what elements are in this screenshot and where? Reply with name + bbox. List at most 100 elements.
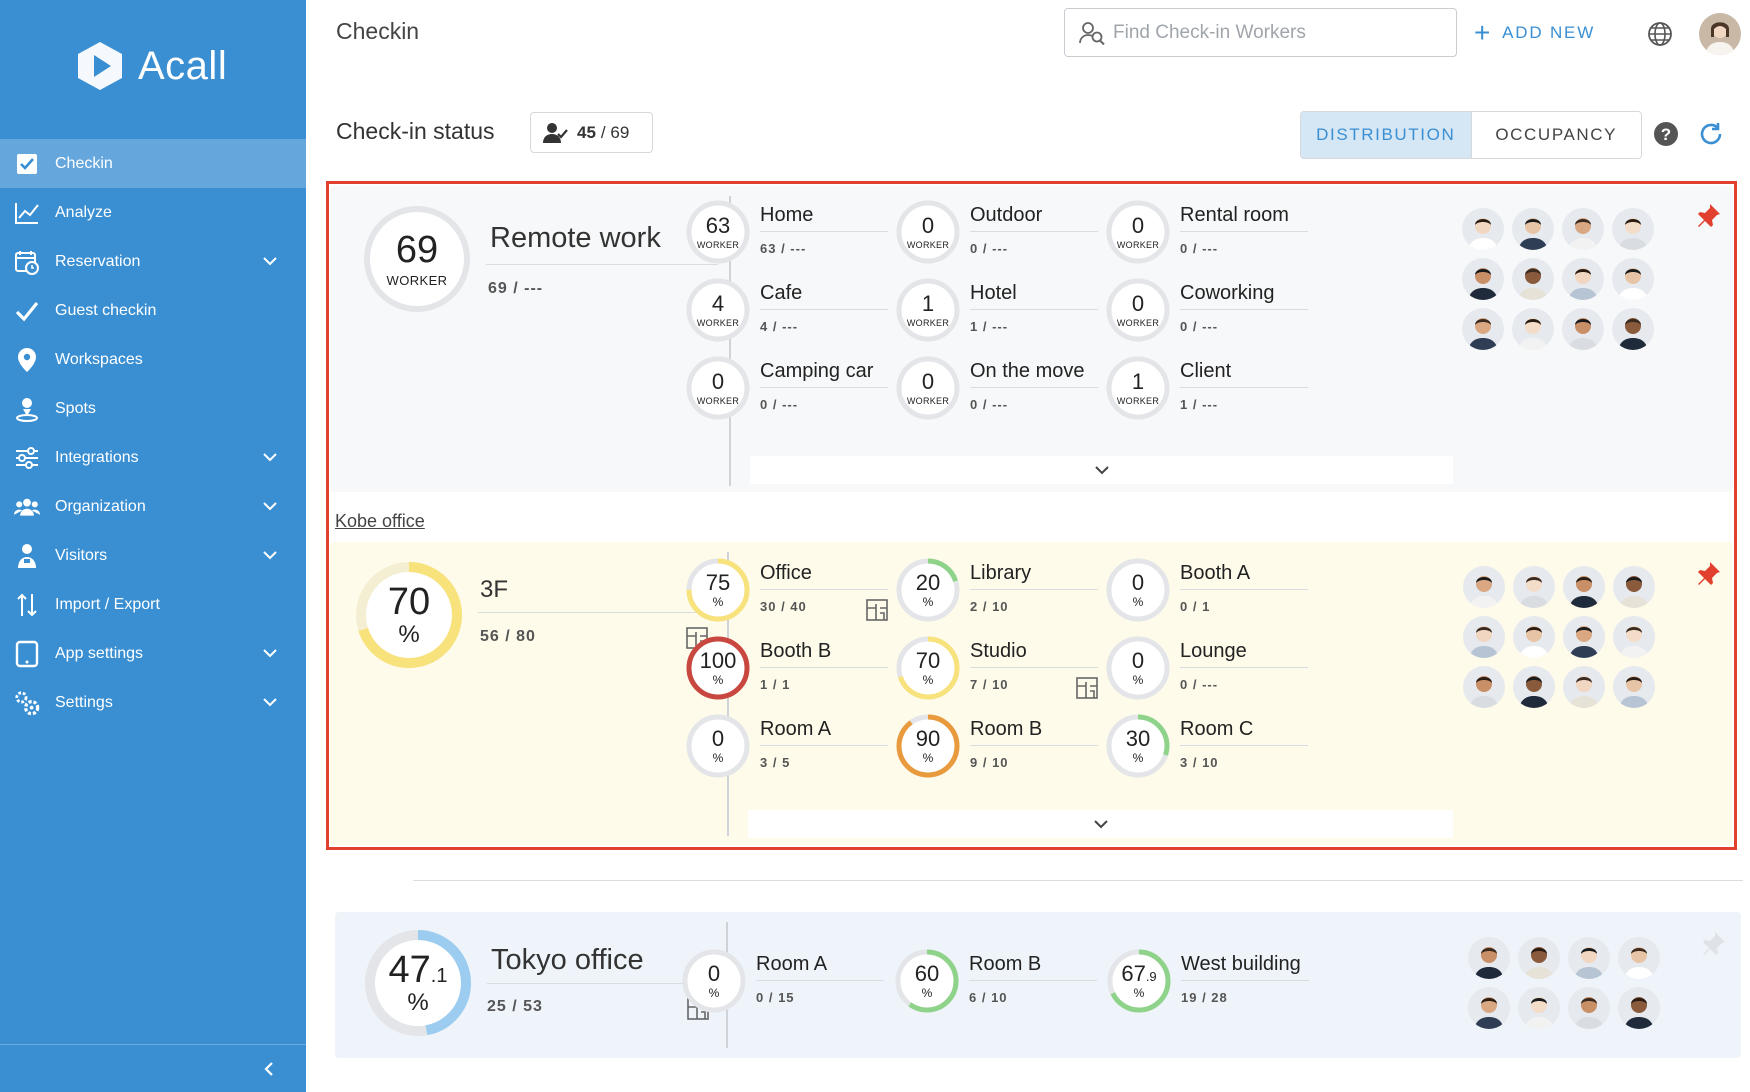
help-icon[interactable]: ?: [1653, 121, 1679, 147]
tokyo-occupancy: 47 .1 %: [362, 927, 474, 1039]
sidebar-nav: Checkin Analyze Reservation Guest checki…: [0, 139, 306, 727]
search-box[interactable]: [1064, 8, 1457, 57]
sidebar-item-label: Spots: [55, 399, 96, 417]
person-check-icon: [543, 122, 568, 143]
sidebar-item-label: Reservation: [55, 252, 141, 270]
chevron-down-icon[interactable]: [262, 547, 278, 563]
highlight-frame: [326, 181, 1737, 850]
spot-name: West building: [1181, 953, 1301, 975]
spot-value: 0%: [680, 947, 748, 1015]
globe-icon[interactable]: [1647, 21, 1673, 47]
tokyo-occupancy-value: 47: [388, 949, 431, 991]
sidebar-item-label: App settings: [55, 644, 144, 662]
sliders-icon: [14, 445, 40, 471]
tokyo-occupancy-decimal: .1: [430, 965, 448, 987]
sidebar-item-label: Guest checkin: [55, 301, 157, 319]
tokyo-office-card: 47 .1 % Tokyo office 25 / 53 0% Room A 0 /…: [335, 912, 1741, 1058]
chevron-down-icon[interactable]: [262, 253, 278, 269]
section-divider: [413, 880, 1743, 881]
chevron-down-icon[interactable]: [262, 645, 278, 661]
chevron-down-icon[interactable]: [262, 449, 278, 465]
refresh-icon[interactable]: [1698, 121, 1724, 147]
worker-avatar[interactable]: [1468, 987, 1510, 1029]
spot-value-unit: %: [708, 985, 720, 1000]
plus-icon: +: [1474, 17, 1493, 48]
spot-item[interactable]: 60% Room B 6 / 10: [893, 947, 1103, 1019]
pin-icon[interactable]: [1701, 930, 1727, 956]
worker-avatar[interactable]: [1618, 937, 1660, 979]
spot-value: 67.9%: [1105, 947, 1173, 1015]
acall-logo-icon: [78, 42, 122, 90]
sidebar-item-label: Workspaces: [55, 350, 143, 368]
spot-value-number: 67: [1121, 960, 1146, 986]
worker-avatar[interactable]: [1568, 987, 1610, 1029]
sidebar-item-organization[interactable]: Organization: [0, 482, 306, 531]
chevron-left-icon[interactable]: [262, 1061, 276, 1077]
sidebar-item-label: Integrations: [55, 448, 139, 466]
worker-avatar[interactable]: [1518, 937, 1560, 979]
worker-avatar[interactable]: [1618, 987, 1660, 1029]
tokyo-office-ratio: 25 / 53: [487, 998, 543, 1015]
brand-logo[interactable]: Acall: [74, 38, 294, 94]
location-pin-icon: [14, 347, 40, 373]
spot-item[interactable]: 67.9% West building 19 / 28: [1105, 947, 1315, 1019]
people-icon: [14, 494, 40, 520]
spot-name: Room B: [969, 953, 1042, 975]
svg-text:?: ?: [1661, 125, 1671, 144]
spot-ratio: 0 / 15: [756, 990, 795, 1005]
spot-item[interactable]: 0% Room A 0 / 15: [680, 947, 890, 1019]
checkbox-icon: [14, 151, 40, 177]
worker-avatar[interactable]: [1468, 937, 1510, 979]
sidebar-item-label: Visitors: [55, 546, 108, 564]
spot-ratio: 19 / 28: [1181, 990, 1228, 1005]
sidebar-item-integrations[interactable]: Integrations: [0, 433, 306, 482]
tab-occupancy[interactable]: OCCUPANCY: [1471, 112, 1641, 158]
spot-ratio: 6 / 10: [969, 990, 1008, 1005]
add-new-label: ADD NEW: [1502, 23, 1596, 42]
sidebar-item-visitors[interactable]: Visitors: [0, 531, 306, 580]
spot-name: Room A: [756, 953, 828, 975]
spot-value-number: 0: [707, 960, 721, 986]
worker-avatar[interactable]: [1518, 987, 1560, 1029]
sidebar-item-checkin[interactable]: Checkin: [0, 139, 306, 188]
checkmark-icon: [14, 298, 40, 324]
user-avatar[interactable]: [1699, 13, 1741, 55]
page-title: Checkin: [336, 18, 420, 44]
sidebar-item-workspaces[interactable]: Workspaces: [0, 335, 306, 384]
sidebar-item-settings[interactable]: Settings: [0, 678, 306, 727]
visitor-icon: [14, 543, 40, 569]
sidebar-item-spots[interactable]: Spots: [0, 384, 306, 433]
gears-icon: [14, 690, 40, 716]
sidebar-item-app-settings[interactable]: App settings: [0, 629, 306, 678]
search-input[interactable]: [1113, 21, 1443, 44]
person-pin-icon: [14, 396, 40, 422]
checked-count: 45: [577, 122, 596, 142]
spot-value-unit: %: [921, 985, 933, 1000]
user-avatar-image: [1699, 13, 1741, 55]
worker-avatar[interactable]: [1568, 937, 1610, 979]
tablet-icon: [14, 640, 40, 667]
spot-value-unit: %: [1133, 985, 1145, 1000]
sidebar-item-label: Import / Export: [55, 595, 160, 613]
brand-name: Acall: [138, 43, 228, 88]
check-in-count-badge: 45 / 69: [530, 112, 653, 153]
add-new-button[interactable]: + ADD NEW: [1474, 18, 1595, 48]
tokyo-occupancy-unit: %: [407, 989, 429, 1016]
chevron-down-icon[interactable]: [262, 694, 278, 710]
sidebar-item-guest-checkin[interactable]: Guest checkin: [0, 286, 306, 335]
view-toggle: DISTRIBUTION OCCUPANCY: [1300, 111, 1642, 159]
spot-value-number: 60: [914, 960, 940, 986]
sidebar-item-reservation[interactable]: Reservation: [0, 237, 306, 286]
sidebar-item-analyze[interactable]: Analyze: [0, 188, 306, 237]
spot-value-decimal: .9: [1145, 968, 1157, 984]
person-search-icon: [1079, 21, 1105, 45]
sidebar-item-label: Checkin: [55, 154, 113, 172]
sidebar-collapse[interactable]: [0, 1044, 306, 1092]
calendar-clock-icon: [14, 249, 40, 275]
chart-line-icon: [14, 200, 40, 226]
tab-distribution[interactable]: DISTRIBUTION: [1301, 112, 1472, 158]
divider: [756, 980, 884, 981]
divider: [1181, 980, 1309, 981]
chevron-down-icon[interactable]: [262, 498, 278, 514]
sidebar-item-import-export[interactable]: Import / Export: [0, 580, 306, 629]
